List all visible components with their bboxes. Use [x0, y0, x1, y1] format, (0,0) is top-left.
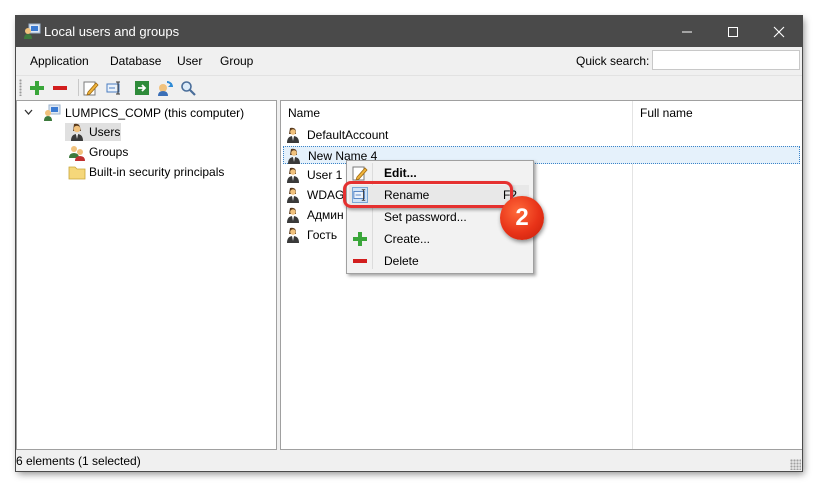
user-icon [287, 127, 299, 143]
chevron-down-icon[interactable] [24, 109, 33, 116]
add-icon [353, 232, 367, 246]
menu-application[interactable]: Application [30, 54, 89, 68]
tree-item-label: Built-in security principals [89, 165, 225, 179]
context-menu-edit[interactable]: Edit... [349, 163, 529, 183]
minimize-button[interactable] [664, 16, 710, 47]
refresh-button[interactable] [155, 78, 175, 98]
tree-root-label: LUMPICS_COMP (this computer) [65, 106, 245, 120]
user-icon [287, 167, 299, 183]
export-button[interactable] [132, 78, 152, 98]
context-menu-delete[interactable]: Delete [349, 251, 529, 271]
context-menu-label: Set password... [384, 210, 467, 224]
quick-search-input[interactable] [652, 50, 800, 70]
tree-item-builtin-security-principals[interactable]: Built-in security principals [65, 163, 265, 181]
toolbar [16, 75, 802, 100]
menu-bar: Application Database User Group Quick se… [16, 47, 802, 75]
column-header-name[interactable]: Name [288, 106, 320, 120]
refresh-icon [158, 81, 173, 96]
add-icon [30, 81, 44, 95]
context-menu-label: Edit... [384, 166, 417, 180]
search-button[interactable] [178, 78, 198, 98]
user-icon [68, 123, 86, 141]
annotation-highlight-box [343, 181, 513, 208]
maximize-button[interactable] [710, 16, 756, 47]
tree-item-label: Groups [89, 145, 129, 159]
context-menu-label: Delete [384, 254, 419, 268]
users-list[interactable]: Name Full name DefaultAccount New Name 4… [280, 100, 802, 450]
rename-icon [106, 81, 120, 95]
title-bar[interactable]: Local users and groups [16, 16, 802, 47]
edit-icon [83, 81, 99, 96]
list-item-name: Админ [307, 208, 344, 222]
user-icon [288, 148, 300, 164]
tree-pane[interactable]: LUMPICS_COMP (this computer) Users Group… [16, 100, 277, 450]
list-item-name: DefaultAccount [307, 128, 389, 142]
computer-users-icon [43, 104, 61, 122]
context-menu-create[interactable]: Create... [349, 229, 529, 249]
tree-item-label: Users [89, 125, 121, 139]
list-item-name: Гость [307, 228, 338, 242]
remove-icon [53, 86, 67, 90]
edit-icon [352, 166, 368, 181]
column-header-full-name[interactable]: Full name [640, 106, 693, 120]
add-button[interactable] [27, 78, 47, 98]
user-icon [287, 187, 299, 203]
tree-item-users[interactable]: Users [65, 123, 121, 141]
folder-icon [68, 163, 86, 181]
toolbar-separator [78, 79, 79, 96]
resize-grip-icon[interactable] [790, 459, 801, 470]
step-number-badge: 2 [500, 196, 544, 240]
status-bar: 6 elements (1 selected) [16, 450, 802, 471]
menu-group[interactable]: Group [220, 54, 253, 68]
remove-button[interactable] [50, 78, 70, 98]
edit-button[interactable] [81, 78, 101, 98]
search-icon [181, 81, 196, 96]
list-item-name: User 1 [307, 168, 343, 182]
tree-item-groups[interactable]: Groups [65, 143, 155, 161]
user-icon [287, 227, 299, 243]
tree-root[interactable]: LUMPICS_COMP (this computer) [17, 104, 274, 122]
menu-database[interactable]: Database [110, 54, 161, 68]
status-text: 6 elements (1 selected) [16, 454, 141, 468]
remove-icon [353, 259, 367, 263]
close-button[interactable] [756, 16, 802, 47]
user-icon [287, 207, 299, 223]
list-item-name: WDAG [307, 188, 345, 202]
app-icon [23, 23, 41, 40]
rename-button[interactable] [104, 78, 124, 98]
menu-user[interactable]: User [177, 54, 202, 68]
export-icon [135, 81, 149, 95]
group-icon [68, 143, 86, 161]
window-title: Local users and groups [44, 24, 180, 39]
quick-search-label: Quick search: [576, 54, 650, 68]
context-menu-label: Create... [384, 232, 431, 246]
toolbar-grip[interactable] [19, 79, 22, 96]
